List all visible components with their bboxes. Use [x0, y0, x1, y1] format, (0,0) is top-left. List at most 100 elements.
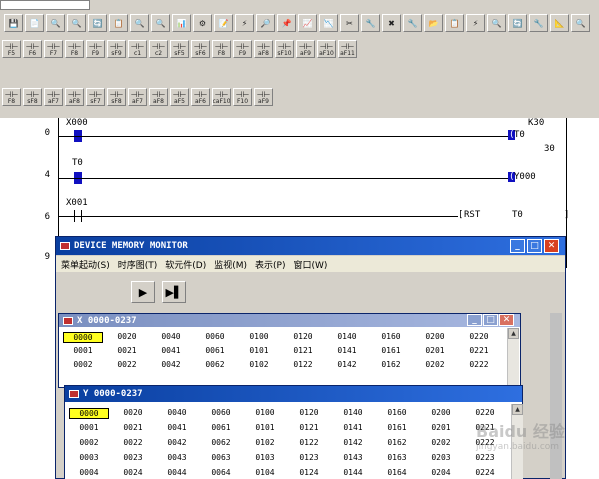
- device-cell[interactable]: 0142: [333, 438, 373, 447]
- toolbar-button[interactable]: ⊣⊢ F8: [65, 40, 84, 58]
- x-device-window[interactable]: X 0000-0237 _ □ ✕ 0000 0020 0040 0060 0100 01…: [58, 313, 521, 388]
- device-cell[interactable]: 0004: [69, 468, 109, 477]
- toolbar-button[interactable]: 📝: [214, 14, 233, 32]
- toolbar-button[interactable]: ⊣⊢ sF5: [170, 40, 189, 58]
- toolbar-button[interactable]: ⊣⊢ aF10: [317, 40, 336, 58]
- device-cell[interactable]: 0143: [333, 453, 373, 462]
- toolbar-button[interactable]: ⊣⊢ sF10: [275, 40, 294, 58]
- device-cell[interactable]: 0042: [151, 360, 191, 369]
- toolbar-button[interactable]: 🔍: [130, 14, 149, 32]
- toolbar-button[interactable]: ⊣⊢ F8: [2, 88, 21, 106]
- device-cell[interactable]: 0160: [377, 408, 417, 417]
- device-cell[interactable]: 0020: [113, 408, 153, 417]
- toolbar-button[interactable]: ⚙: [193, 14, 212, 32]
- toolbar-button[interactable]: 🔎: [256, 14, 275, 32]
- toolbar-button[interactable]: ⊣⊢ aF9: [296, 40, 315, 58]
- toolbar-button[interactable]: 🔄: [508, 14, 527, 32]
- toolbar-dropdown[interactable]: [0, 0, 90, 10]
- toolbar-button[interactable]: 📐: [550, 14, 569, 32]
- device-cell[interactable]: 0200: [421, 408, 461, 417]
- toolbar-button[interactable]: ✂: [340, 14, 359, 32]
- device-cell[interactable]: 0202: [415, 360, 455, 369]
- x-minimize-button[interactable]: _: [467, 314, 482, 326]
- device-cell[interactable]: 0122: [283, 360, 323, 369]
- device-cell[interactable]: 0000: [63, 332, 103, 343]
- device-cell[interactable]: 0163: [377, 453, 417, 462]
- menu-start[interactable]: 菜单起动(S): [61, 258, 110, 271]
- x-maximize-button[interactable]: □: [483, 314, 498, 326]
- toolbar-button[interactable]: 🔧: [529, 14, 548, 32]
- device-cell[interactable]: 0000: [69, 408, 109, 419]
- toolbar-button[interactable]: 💾: [4, 14, 23, 32]
- toolbar-button[interactable]: 📋: [445, 14, 464, 32]
- device-cell[interactable]: 0100: [245, 408, 285, 417]
- toolbar-button[interactable]: ⚡: [235, 14, 254, 32]
- toolbar-button[interactable]: 🔄: [88, 14, 107, 32]
- toolbar-button[interactable]: ⊣⊢ aF11: [338, 40, 357, 58]
- toolbar-button[interactable]: 📋: [109, 14, 128, 32]
- toolbar-button[interactable]: ⊣⊢ sF7: [86, 88, 105, 106]
- device-cell[interactable]: 0160: [371, 332, 411, 341]
- toolbar-button[interactable]: ⊣⊢ c2: [149, 40, 168, 58]
- device-cell[interactable]: 0040: [157, 408, 197, 417]
- toolbar-button[interactable]: ⊣⊢ aF7: [128, 88, 147, 106]
- device-cell[interactable]: 0140: [327, 332, 367, 341]
- toolbar-button[interactable]: ⊣⊢ aF6: [191, 88, 210, 106]
- y-device-window[interactable]: Y 0000-0237 0000 0020 0040 0060 0100 0120 0140…: [64, 385, 523, 479]
- device-cell[interactable]: 0201: [421, 423, 461, 432]
- x-titlebar[interactable]: X 0000-0237: [59, 314, 520, 327]
- device-cell[interactable]: 0021: [107, 346, 147, 355]
- toolbar-button[interactable]: ⊣⊢ F7: [44, 40, 63, 58]
- device-cell[interactable]: 0022: [107, 360, 147, 369]
- device-cell[interactable]: 0120: [283, 332, 323, 341]
- device-cell[interactable]: 0124: [289, 468, 329, 477]
- toolbar-button[interactable]: ⊣⊢ sF9: [107, 40, 126, 58]
- toolbar-button[interactable]: ⊣⊢ aF8: [149, 88, 168, 106]
- toolbar-button[interactable]: ⊣⊢ F10: [233, 88, 252, 106]
- device-cell[interactable]: 0140: [333, 408, 373, 417]
- toolbar-button[interactable]: 🔍: [487, 14, 506, 32]
- device-cell[interactable]: 0021: [113, 423, 153, 432]
- device-cell[interactable]: 0043: [157, 453, 197, 462]
- menu-monitor[interactable]: 监视(M): [214, 258, 247, 271]
- coil-t0[interactable]: T0: [514, 130, 525, 140]
- device-cell[interactable]: 0224: [465, 468, 505, 477]
- play-button[interactable]: ▶: [131, 281, 155, 303]
- device-cell[interactable]: 0062: [201, 438, 241, 447]
- device-cell[interactable]: 0121: [283, 346, 323, 355]
- device-cell[interactable]: 0020: [107, 332, 147, 341]
- monitor-titlebar[interactable]: DEVICE MEMORY MONITOR: [56, 237, 565, 255]
- device-cell[interactable]: 0161: [377, 423, 417, 432]
- device-cell[interactable]: 0062: [195, 360, 235, 369]
- device-cell[interactable]: 0203: [421, 453, 461, 462]
- device-cell[interactable]: 0061: [195, 346, 235, 355]
- close-button[interactable]: ✕: [544, 239, 559, 253]
- device-cell[interactable]: 0061: [201, 423, 241, 432]
- device-cell[interactable]: 0202: [421, 438, 461, 447]
- device-cell[interactable]: 0100: [239, 332, 279, 341]
- device-cell[interactable]: 0221: [459, 346, 499, 355]
- device-cell[interactable]: 0200: [415, 332, 455, 341]
- device-cell[interactable]: 0220: [459, 332, 499, 341]
- device-cell[interactable]: 0142: [327, 360, 367, 369]
- device-cell[interactable]: 0201: [415, 346, 455, 355]
- device-cell[interactable]: 0102: [245, 438, 285, 447]
- device-cell[interactable]: 0121: [289, 423, 329, 432]
- toolbar-button[interactable]: ⊣⊢ F9: [233, 40, 252, 58]
- toolbar-button[interactable]: ⊣⊢ caF10: [212, 88, 231, 106]
- toolbar-button[interactable]: ⚡: [466, 14, 485, 32]
- device-cell[interactable]: 0101: [239, 346, 279, 355]
- toolbar-button[interactable]: ⊣⊢ sF8: [23, 88, 42, 106]
- device-cell[interactable]: 0024: [113, 468, 153, 477]
- device-cell[interactable]: 0040: [151, 332, 191, 341]
- toolbar-button[interactable]: 📉: [319, 14, 338, 32]
- device-cell[interactable]: 0162: [371, 360, 411, 369]
- toolbar-button[interactable]: ⊣⊢ sF6: [191, 40, 210, 58]
- device-cell[interactable]: 0204: [421, 468, 461, 477]
- toolbar-button[interactable]: 🔍: [571, 14, 590, 32]
- toolbar-button[interactable]: ⊣⊢ sF8: [107, 88, 126, 106]
- minimize-button[interactable]: _: [510, 239, 525, 253]
- toolbar-button[interactable]: ⊣⊢ F5: [2, 40, 21, 58]
- x-close-button[interactable]: ✕: [499, 314, 514, 326]
- device-cell[interactable]: 0222: [459, 360, 499, 369]
